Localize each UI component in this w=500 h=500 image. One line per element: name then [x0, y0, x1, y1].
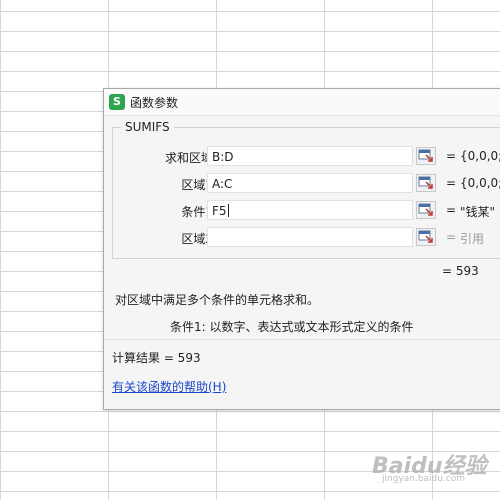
arg-row-criteria-range2: 区域2 = 引用 — [113, 227, 500, 249]
function-args-group: SUMIFS 求和区域 B:D = {0,0,0;0 区域1 A:C = {0,… — [112, 120, 500, 259]
arg-result: {0,0,0;0 — [460, 149, 500, 163]
calculation-result: 计算结果 = 593 — [112, 351, 201, 365]
dialog-title: 函数参数 — [130, 96, 179, 110]
formula-result: = 593 — [442, 264, 479, 278]
divider — [104, 339, 500, 340]
criteria-range2-input[interactable] — [207, 227, 413, 247]
function-name: SUMIFS — [121, 120, 174, 134]
arg-eq: = — [446, 149, 457, 163]
spreadsheet-app-icon: S — [109, 94, 125, 110]
arg-eq: = — [446, 230, 457, 244]
watermark-subtext: jingyan.baidu.com — [382, 474, 466, 484]
collapse-dialog-icon[interactable] — [416, 174, 436, 192]
arg-row-sum-range: 求和区域 B:D = {0,0,0;0 — [113, 146, 500, 168]
arg-row-criteria-range1: 区域1 A:C = {0,0,0;0 — [113, 173, 500, 195]
arg-result: "钱某" — [460, 205, 496, 219]
watermark: Baidu经验 jingyan.baidu.com — [372, 448, 497, 488]
criteria-range1-input[interactable]: A:C — [207, 173, 413, 193]
arg-label: 求和区域 — [164, 151, 213, 165]
collapse-dialog-icon[interactable] — [416, 201, 436, 219]
function-description: 对区域中满足多个条件的单元格求和。 — [115, 293, 320, 307]
arg-row-criteria1: 条件1 F5 = "钱某" — [113, 200, 500, 222]
dialog-titlebar[interactable]: S 函数参数 — [104, 89, 500, 116]
criteria1-input[interactable]: F5 — [207, 200, 413, 220]
function-arguments-dialog: S 函数参数 SUMIFS 求和区域 B:D = {0,0,0;0 区域1 A:… — [103, 88, 500, 410]
parameter-description: 条件1: 以数字、表达式或文本形式定义的条件 — [170, 320, 414, 334]
sum-range-input[interactable]: B:D — [207, 146, 413, 166]
collapse-dialog-icon[interactable] — [416, 147, 436, 165]
criteria1-value: F5 — [212, 204, 227, 218]
collapse-dialog-icon[interactable] — [416, 228, 436, 246]
arg-result: 引用 — [460, 232, 485, 246]
help-link[interactable]: 有关该函数的帮助(H) — [112, 378, 226, 395]
arg-eq: = — [446, 176, 457, 190]
arg-result: {0,0,0;0 — [460, 176, 500, 190]
arg-eq: = — [446, 203, 457, 217]
text-caret — [227, 204, 229, 217]
